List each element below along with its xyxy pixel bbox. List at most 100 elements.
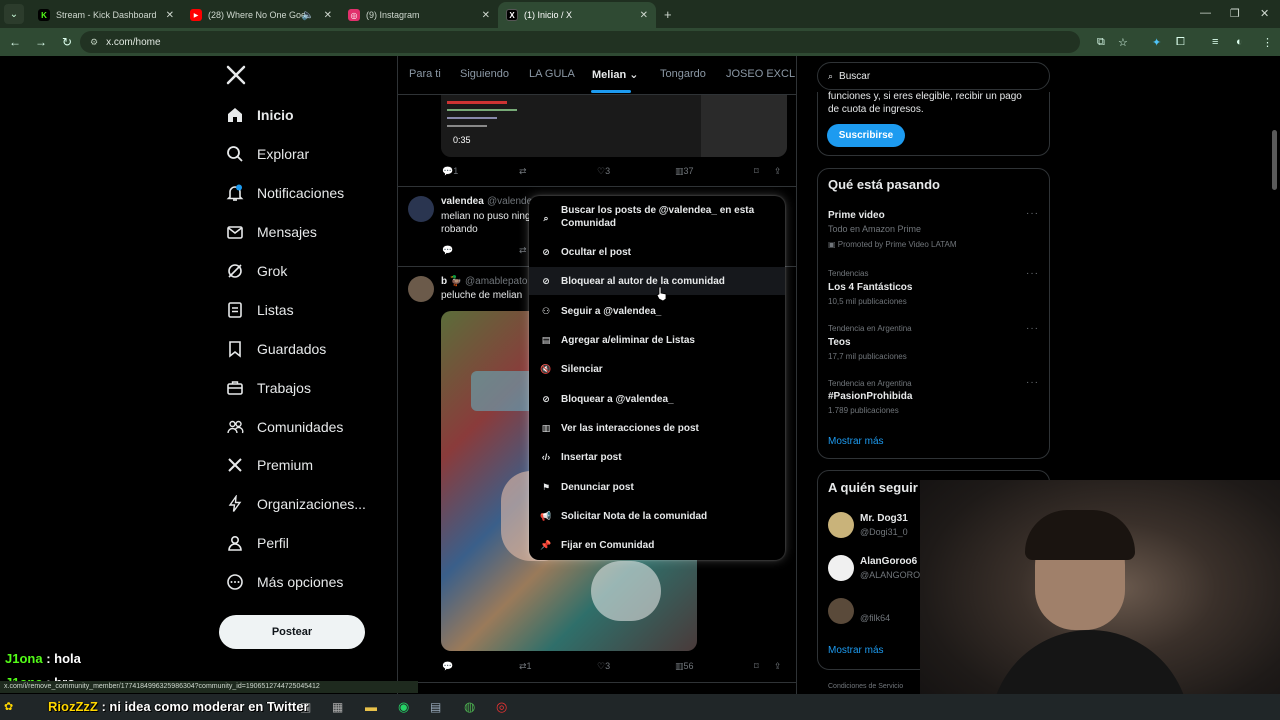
tab-instagram[interactable]: ◎ (9) Instagram ✕ [340,2,498,28]
taskbar-app-icon[interactable]: ▤ [430,700,441,714]
more-icon[interactable]: ··· [1026,208,1039,219]
scrollbar-thumb[interactable] [1272,130,1277,190]
menu-item-bloquear-usuario[interactable]: ⊘ Bloquear a @valendea_ [529,389,785,409]
tab-kick[interactable]: K Stream - Kick Dashboard ✕ [30,2,182,28]
url-bar[interactable]: ⚙ x.com/home [80,31,1080,53]
tab-youtube[interactable]: ▶ (28) Where No One Goes - 🔈 ✕ [182,2,340,28]
menu-item-ocultar[interactable]: ⊘ Ocultar el post [529,242,785,262]
author-handle[interactable]: @amablepato [465,276,527,287]
forward-icon[interactable]: → [30,35,52,49]
close-icon[interactable]: ✕ [166,10,174,21]
taskbar-app-icon[interactable]: ▦ [332,700,343,714]
whatsapp-icon[interactable]: ◉ [398,699,409,715]
tab-melian[interactable]: Melian ⌄ [592,68,639,81]
menu-item-nota-comunidad[interactable]: 📢 Solicitar Nota de la comunidad [529,506,785,526]
like-button[interactable]: ♡ 3 [597,661,610,672]
minimize-icon[interactable]: — [1200,7,1211,19]
avatar[interactable] [408,196,434,222]
avatar[interactable] [828,555,854,581]
puzzle-icon[interactable]: ⧠ [1176,36,1185,49]
close-icon[interactable]: ✕ [482,10,490,21]
share-icon[interactable]: ⇪ [774,661,782,672]
views-button[interactable]: ▥ 56 [675,661,694,672]
nav-item-notificaciones[interactable]: Notificaciones [226,179,344,207]
author-name[interactable]: b 🦆 [441,276,462,287]
post-button[interactable]: Postear [219,615,365,649]
x-logo-icon[interactable] [226,65,248,87]
show-more-link[interactable]: Mostrar más [828,645,884,656]
avatar[interactable] [828,598,854,624]
site-info-icon[interactable]: ⚙ [90,37,98,48]
media-icon[interactable]: ≡ [1212,36,1218,48]
nav-item-trabajos[interactable]: Trabajos [226,374,311,402]
tab-search-icon[interactable]: ⌄ [4,4,24,24]
share-icon[interactable]: ⇪ [774,166,782,177]
tab-siguiendo[interactable]: Siguiendo [460,68,509,80]
nav-item-comunidades[interactable]: Comunidades [226,413,343,441]
nav-item-explorar[interactable]: Explorar [226,140,309,168]
nav-item-guardados[interactable]: Guardados [226,335,326,363]
chrome-icon[interactable]: ◍ [464,699,475,715]
search-input[interactable]: ⌕ Buscar [817,62,1050,90]
tab-la-gula[interactable]: LA GULA [529,68,575,80]
window-close-icon[interactable]: ✕ [1260,7,1269,20]
author-handle[interactable]: @valende [487,196,532,207]
nav-item-grok[interactable]: Grok [226,257,287,285]
menu-item-silenciar[interactable]: 🔇 Silenciar [529,359,785,379]
follow-name[interactable]: AlanGoroo6 [860,556,917,567]
avatar[interactable] [828,512,854,538]
restore-icon[interactable]: ❐ [1230,7,1240,20]
star-icon[interactable]: ☆ [1118,36,1128,49]
nav-item-mensajes[interactable]: Mensajes [226,218,317,246]
new-tab-icon[interactable]: + [664,7,672,22]
like-button[interactable]: ♡ 3 [597,166,610,177]
nav-item-organizaciones[interactable]: Organizaciones... [226,490,366,518]
back-icon[interactable]: ← [4,35,26,49]
tab-joseo-exclus[interactable]: JOSEO EXCLUS [726,68,796,80]
views-button[interactable]: ▥ 37 [675,166,694,177]
search-placeholder: Buscar [839,70,871,82]
menu-item-interacciones[interactable]: ▥ Ver las interacciones de post [529,418,785,438]
show-more-link[interactable]: Mostrar más [828,436,884,447]
folder-icon[interactable]: ▬ [365,700,377,714]
nav-item-premium[interactable]: Premium [226,451,313,479]
tab-para-ti[interactable]: Para ti [409,68,441,80]
menu-item-denunciar[interactable]: ⚑ Denunciar post [529,477,785,497]
extension-icon[interactable]: ✦ [1152,36,1161,49]
kebab-menu-icon[interactable]: ⋮ [1262,36,1273,49]
speaker-icon[interactable]: 🔈 [302,10,314,21]
follow-name[interactable]: Mr. Dog31 [860,513,908,524]
repost-icon[interactable]: ⇄ [519,245,527,256]
more-icon[interactable]: ··· [1026,268,1039,279]
footer-link[interactable]: Condiciones de Servicio [828,683,903,690]
more-icon[interactable]: ··· [1026,377,1039,388]
reply-button[interactable]: 💬 [442,661,453,672]
subscribe-button[interactable]: Suscribirse [827,124,905,147]
avatar[interactable] [408,276,434,302]
more-icon[interactable]: ··· [1026,323,1039,334]
nav-item-listas[interactable]: Listas [226,296,294,324]
video-player[interactable]: 0:35 [441,95,787,157]
bookmark-icon[interactable]: ⌑ [754,166,759,177]
tab-tongardo[interactable]: Tongardo [660,68,706,80]
reload-icon[interactable]: ↻ [56,35,78,49]
reply-button[interactable]: 💬 1 [442,166,458,177]
nav-item-mas-opciones[interactable]: Más opciones [226,568,343,596]
tab-x-home[interactable]: X (1) Inicio / X ✕ [498,2,656,28]
repost-button[interactable]: ⇄ 1 [519,661,532,672]
menu-item-listas[interactable]: ▤ Agregar a/eliminar de Listas [529,330,785,350]
menu-item-insertar[interactable]: ‹/› Insertar post [529,447,785,467]
menu-item-buscar-posts[interactable]: ⌕ Buscar los posts de @valendea_ en esta… [529,204,785,242]
bookmark-icon[interactable]: ⌑ [754,661,759,672]
reply-icon[interactable]: 💬 [442,245,453,256]
author-name[interactable]: valendea [441,196,484,207]
close-icon[interactable]: ✕ [640,10,648,21]
nav-item-perfil[interactable]: Perfil [226,529,289,557]
repost-icon[interactable]: ⇄ [519,166,527,177]
obs-icon[interactable]: ◎ [496,699,507,715]
profile-icon[interactable]: ◐ [1236,36,1243,48]
close-icon[interactable]: ✕ [324,10,332,21]
nav-item-inicio[interactable]: Inicio [226,101,294,129]
menu-item-fijar[interactable]: 📌 Fijar en Comunidad [529,535,785,555]
cast-icon[interactable]: ⧉ [1097,36,1105,49]
